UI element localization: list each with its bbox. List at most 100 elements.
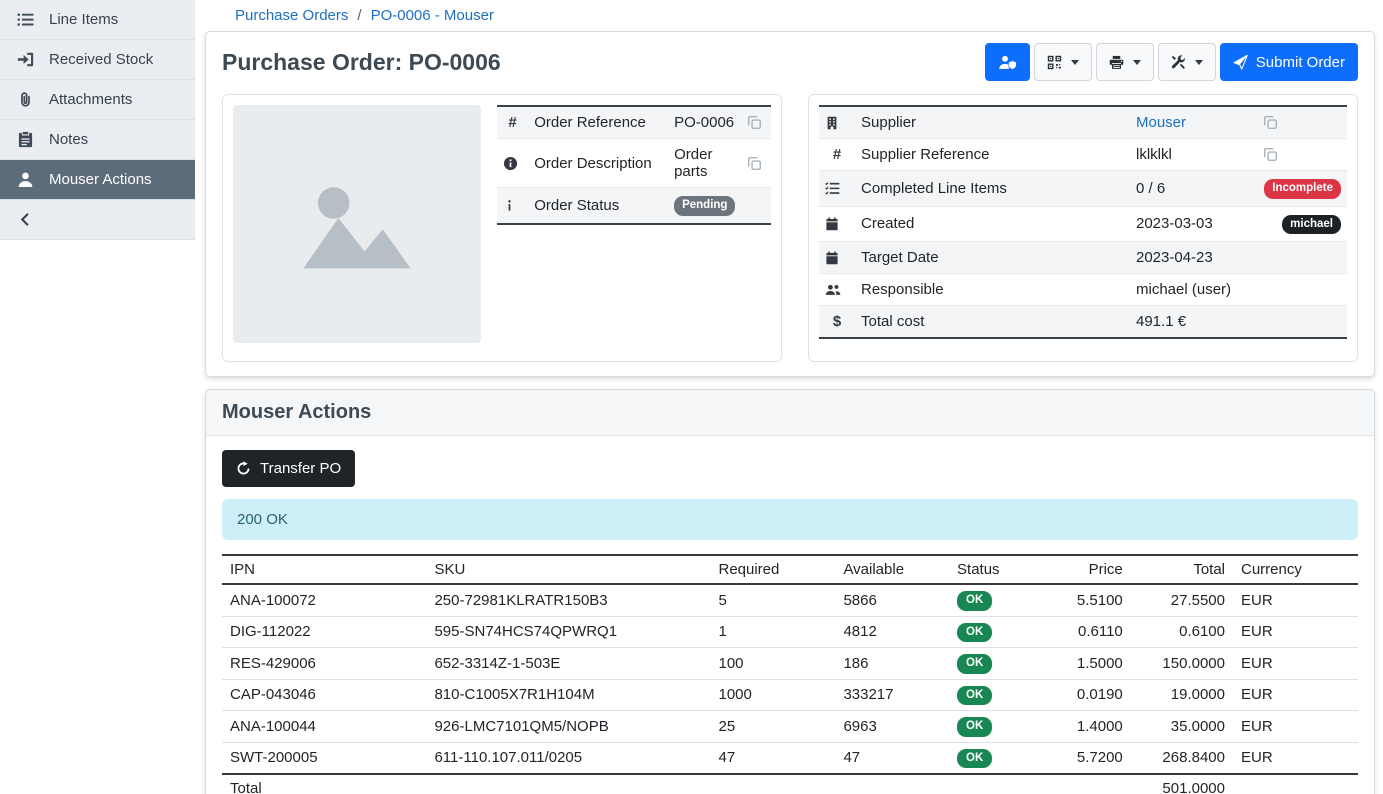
detail-label: Created: [855, 206, 1130, 242]
hash-icon: #: [833, 146, 841, 163]
mouser-actions-body: Transfer PO 200 OK IPN SKU Require: [206, 436, 1374, 794]
col-header-total: Total: [1131, 555, 1233, 584]
total-row: Total 501.0000: [222, 774, 1358, 794]
col-header-available: Available: [835, 555, 949, 584]
cell-price: 0.0190: [1046, 679, 1131, 711]
cell-total: 0.6100: [1131, 616, 1233, 648]
cell-available: 47: [835, 742, 949, 774]
tools-icon: [1171, 55, 1186, 70]
cell-price: 5.5100: [1046, 584, 1131, 616]
chevron-down-icon: [1071, 60, 1079, 65]
table-row: DIG-112022 595-SN74HCS74QPWRQ1 1 4812 OK…: [222, 616, 1358, 648]
sidebar-item-notes[interactable]: Notes: [0, 120, 195, 160]
detail-label: Completed Line Items: [855, 171, 1130, 207]
cell-ipn: SWT-200005: [222, 742, 426, 774]
header-actions: Submit Order: [985, 43, 1358, 81]
info-circle-icon: [503, 156, 522, 171]
order-image-placeholder: [233, 105, 481, 343]
paper-plane-icon: [1233, 55, 1248, 70]
transfer-po-button[interactable]: Transfer PO: [222, 450, 355, 487]
detail-value: 0 / 6: [1130, 171, 1257, 207]
detail-label: Supplier: [855, 106, 1130, 139]
copy-icon[interactable]: [1263, 147, 1341, 162]
submit-order-button[interactable]: Submit Order: [1220, 43, 1358, 81]
status-badge: Pending: [674, 196, 735, 216]
app-root: Line Items Received Stock Attachments No…: [0, 0, 1383, 794]
cell-sku: 810-C1005X7R1H104M: [426, 679, 710, 711]
note-icon: [16, 131, 35, 148]
detail-row-target-date: Target Date 2023-04-23: [819, 242, 1347, 274]
building-icon: [825, 116, 849, 130]
cell-price: 5.7200: [1046, 742, 1131, 774]
breadcrumb-link-purchase-orders[interactable]: Purchase Orders: [235, 7, 348, 24]
col-header-ipn: IPN: [222, 555, 426, 584]
chevron-down-icon: [1133, 60, 1141, 65]
cell-sku: 926-LMC7101QM5/NOPB: [426, 711, 710, 743]
cell-required: 25: [710, 711, 835, 743]
sidebar-item-mouser-actions[interactable]: Mouser Actions: [0, 160, 195, 200]
cell-ipn: ANA-100044: [222, 711, 426, 743]
cell-ipn: DIG-112022: [222, 616, 426, 648]
sidebar-item-label: Mouser Actions: [49, 171, 152, 188]
hash-icon: #: [508, 114, 516, 131]
table-row: RES-429006 652-3314Z-1-503E 100 186 OK 1…: [222, 648, 1358, 680]
cell-ipn: CAP-043046: [222, 679, 426, 711]
total-label: Total: [222, 774, 1131, 794]
refresh-icon: [236, 461, 251, 476]
order-actions-button[interactable]: [1158, 43, 1216, 81]
main-area: Purchase Orders / PO-0006 - Mouser Purch…: [195, 0, 1383, 794]
col-header-currency: Currency: [1233, 555, 1358, 584]
sidebar-collapse-button[interactable]: [0, 200, 195, 240]
transfer-po-label: Transfer PO: [260, 460, 341, 477]
detail-row-order-reference: # Order Reference PO-0006: [497, 106, 771, 139]
mouser-actions-title: Mouser Actions: [222, 401, 1358, 424]
submit-order-label: Submit Order: [1256, 54, 1345, 71]
detail-value: 491.1 €: [1130, 306, 1257, 339]
qrcode-icon: [1047, 55, 1062, 70]
mouser-actions-header: Mouser Actions: [206, 390, 1374, 436]
cell-price: 0.6110: [1046, 616, 1131, 648]
info-icon: [503, 199, 522, 212]
sidebar: Line Items Received Stock Attachments No…: [0, 0, 195, 794]
ok-badge: OK: [957, 686, 992, 706]
print-actions-button[interactable]: [1096, 43, 1154, 81]
cell-required: 1000: [710, 679, 835, 711]
cell-required: 47: [710, 742, 835, 774]
detail-label: Order Status: [528, 188, 668, 224]
ok-badge: OK: [957, 623, 992, 643]
detail-label: Responsible: [855, 274, 1130, 306]
sidebar-item-label: Line Items: [49, 11, 118, 28]
barcode-actions-button[interactable]: [1034, 43, 1092, 81]
sidebar-item-label: Attachments: [49, 91, 132, 108]
sign-in-icon: [16, 51, 35, 68]
cell-currency: EUR: [1233, 679, 1358, 711]
breadcrumb-separator: /: [357, 7, 361, 24]
copy-icon[interactable]: [747, 115, 765, 130]
grand-total-value: 501.0000: [1131, 774, 1233, 794]
sidebar-item-received-stock[interactable]: Received Stock: [0, 40, 195, 80]
copy-icon[interactable]: [747, 156, 765, 171]
cell-available: 5866: [835, 584, 949, 616]
detail-row-completed-line-items: Completed Line Items 0 / 6 Incomplete: [819, 171, 1347, 207]
content: Purchase Order: PO-0006: [195, 29, 1383, 794]
cell-sku: 595-SN74HCS74QPWRQ1: [426, 616, 710, 648]
copy-icon[interactable]: [1263, 115, 1341, 130]
cell-total: 27.5500: [1131, 584, 1233, 616]
user-options-button[interactable]: [985, 43, 1030, 81]
supplier-link[interactable]: Mouser: [1136, 114, 1186, 131]
list-check-icon: [825, 181, 849, 196]
purchase-order-card: Purchase Order: PO-0006: [205, 31, 1375, 377]
order-details: # Order Reference PO-0006: [206, 88, 1374, 376]
mouser-actions-card: Mouser Actions Transfer PO 200 OK: [205, 389, 1375, 794]
col-header-price: Price: [1046, 555, 1131, 584]
breadcrumb-link-current-order[interactable]: PO-0006 - Mouser: [371, 7, 494, 24]
cell-required: 1: [710, 616, 835, 648]
table-footer: Total 501.0000: [222, 774, 1358, 794]
detail-value: 2023-04-23: [1130, 242, 1257, 274]
sidebar-item-line-items[interactable]: Line Items: [0, 0, 195, 40]
line-items-table: IPN SKU Required Available Status Price …: [222, 554, 1358, 794]
cell-available: 4812: [835, 616, 949, 648]
detail-label: Order Description: [528, 139, 668, 188]
sidebar-item-attachments[interactable]: Attachments: [0, 80, 195, 120]
cell-currency: EUR: [1233, 648, 1358, 680]
